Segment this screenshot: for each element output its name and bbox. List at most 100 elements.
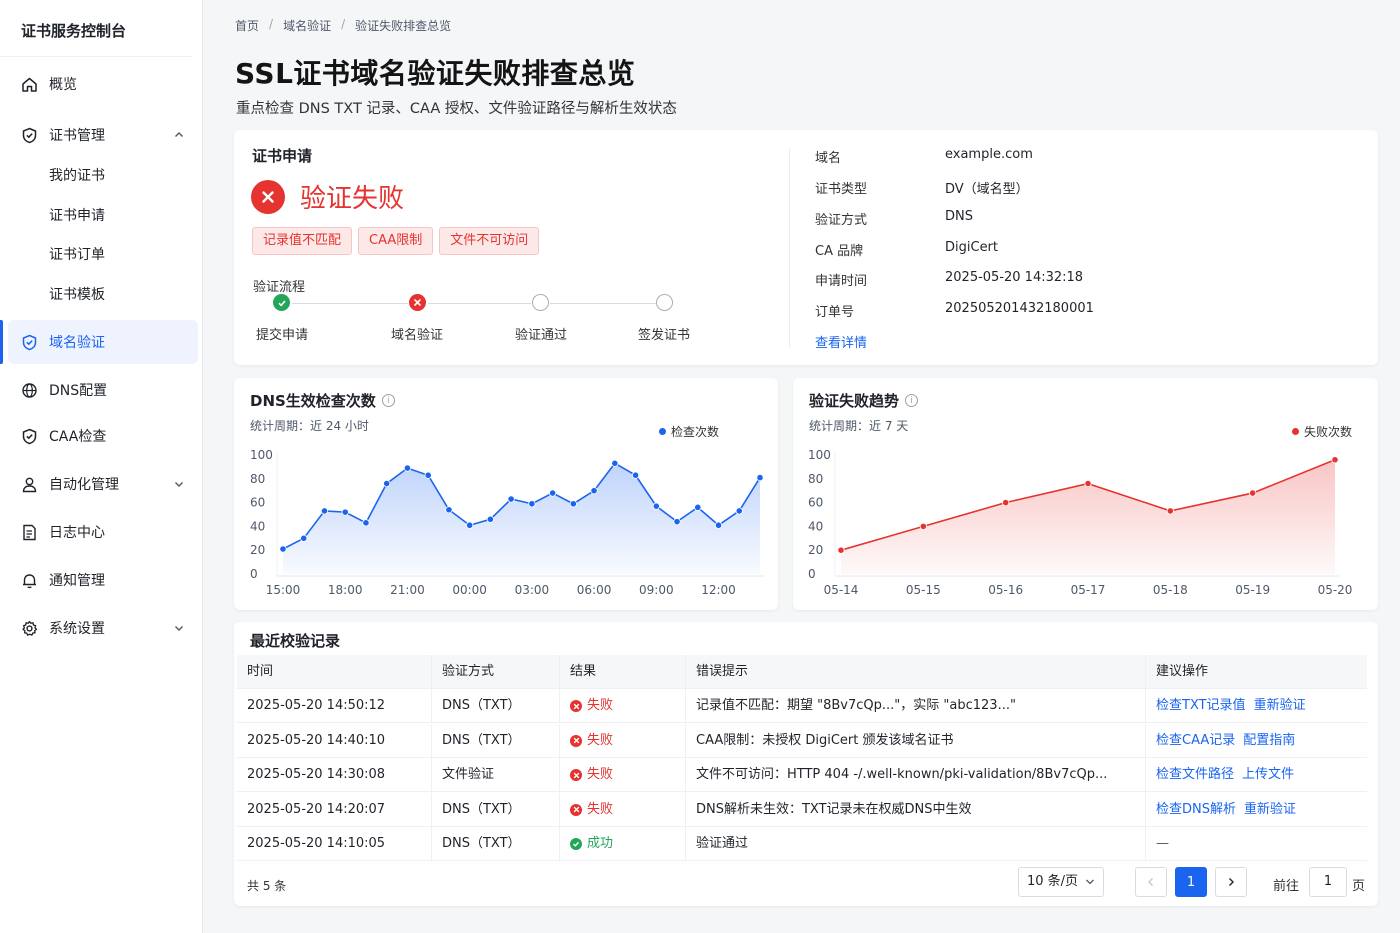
x-tick-label: 05-20 [1318, 583, 1353, 597]
breadcrumb-home[interactable]: 首页 [235, 17, 259, 34]
info-value: example.com [945, 147, 1033, 162]
sidebar-item-overview[interactable]: 概览 [8, 62, 198, 106]
error-tag: 记录值不匹配 [252, 227, 353, 255]
dns-check-chart-card: 0 20 40 60 80 100 15:00 18:00 21:00 00:00 03:00 06:… [234, 378, 778, 610]
data-point [919, 522, 927, 530]
chart-title-text: 验证失败趋势 [809, 392, 900, 410]
step-connector [550, 303, 656, 304]
sidebar-item-label: 通知管理 [49, 573, 105, 589]
data-point [362, 519, 370, 527]
cell-result: 成功 [559, 827, 685, 862]
info-value: DigiCert [945, 240, 999, 255]
sidebar-item-caa-check[interactable]: CAA检查 [8, 414, 198, 458]
data-point [735, 507, 743, 515]
chart-legend: 失败次数 [1292, 423, 1352, 440]
breadcrumb-domain-validation[interactable]: 域名验证 [283, 17, 331, 34]
data-point [837, 546, 845, 554]
sidebar-item-notifications[interactable]: 通知管理 [8, 558, 198, 602]
data-point [1166, 507, 1174, 515]
brand-title: 证书服务控制台 [0, 0, 192, 57]
chart-title: 验证失败趋势 i [809, 390, 919, 411]
data-point [694, 503, 702, 511]
sidebar-subitem-cert-apply[interactable]: 证书申请 [49, 200, 105, 232]
x-tick-label: 05-15 [906, 583, 941, 597]
records-total: 共 5 条 [247, 879, 287, 893]
action-link[interactable]: 检查CAA记录 [1156, 733, 1235, 748]
data-point [507, 495, 515, 503]
page-size-select[interactable]: 10 条/页 [1018, 867, 1104, 897]
info-key: 订单号 [815, 305, 855, 320]
shield-icon [20, 427, 38, 445]
chevron-up-icon [172, 128, 186, 142]
validation-status: 验证失败 [300, 184, 405, 214]
sidebar-item-log-center[interactable]: 日志中心 [8, 510, 198, 554]
sidebar-subitem-cert-orders[interactable]: 证书订单 [49, 239, 105, 271]
action-link[interactable]: 配置指南 [1243, 733, 1295, 748]
step-done-icon [273, 294, 290, 311]
chevron-right-icon [1229, 878, 1234, 886]
sidebar-item-domain-validation[interactable]: 域名验证 [0, 320, 198, 364]
action-link[interactable]: 重新验证 [1244, 802, 1296, 817]
chevron-down-icon [1085, 868, 1095, 907]
validation-steps: 提交申请 域名验证 验证通过 签发证书 [234, 294, 774, 354]
action-link[interactable]: 检查DNS解析 [1156, 802, 1236, 817]
view-details-link[interactable]: 查看详情 [815, 332, 867, 352]
chevron-left-icon [1148, 878, 1153, 886]
sidebar-subitem-my-certs[interactable]: 我的证书 [49, 160, 105, 192]
sidebar-item-cert-management[interactable]: 证书管理 [8, 113, 198, 157]
y-tick-label: 0 [808, 567, 816, 581]
y-tick-label: 0 [250, 567, 258, 581]
action-link[interactable]: 重新验证 [1254, 698, 1306, 713]
data-point [652, 502, 660, 510]
action-link[interactable]: 检查文件路径 [1156, 767, 1234, 782]
sidebar-item-dns-config[interactable]: DNS配置 [8, 368, 198, 412]
action-link[interactable]: 检查TXT记录值 [1156, 698, 1246, 713]
data-point [611, 459, 619, 467]
data-point [756, 474, 764, 482]
cell-actions: 检查文件路径 上传文件 [1145, 758, 1367, 793]
page-subtitle: 重点检查 DNS TXT 记录、CAA 授权、文件验证路径与解析生效状态 [236, 101, 677, 117]
next-page-button[interactable] [1215, 867, 1247, 897]
sidebar-item-system-settings[interactable]: 系统设置 [8, 606, 198, 650]
info-icon[interactable]: i [381, 394, 395, 407]
sidebar-item-label: 证书管理 [49, 128, 105, 144]
data-point [320, 507, 329, 515]
column-header: 验证方式 [431, 655, 559, 689]
x-tick-label: 12:00 [701, 583, 736, 597]
table-row: 2025-05-20 14:50:12 DNS（TXT） 失败 记录值不匹配：期望 "… [237, 689, 1367, 723]
y-tick-label: 100 [250, 448, 273, 462]
sidebar-item-label: 系统设置 [49, 621, 105, 637]
info-value: DV（域名型） [945, 182, 1029, 197]
info-icon[interactable]: i [905, 394, 919, 407]
action-link[interactable]: 上传文件 [1242, 767, 1294, 782]
data-point [1084, 479, 1092, 488]
prev-page-button[interactable] [1135, 867, 1167, 897]
step-label: 域名验证 [390, 328, 443, 343]
application-card: 证书申请 验证失败 记录值不匹配 CAA限制 文件不可访问 验证流程 提交申请 … [234, 130, 1378, 365]
result-badge: 失败 [570, 689, 613, 723]
goto-page-input[interactable]: 1 [1309, 867, 1347, 897]
series-area [283, 463, 760, 574]
data-point [549, 489, 557, 497]
page-number-button[interactable]: 1 [1175, 867, 1207, 897]
sidebar: 证书服务控制台 概览 证书管理 我的证书 证书申请 证书订单 证书模板 域名验证… [0, 0, 203, 933]
error-icon [570, 769, 582, 782]
cell-time: 2025-05-20 14:40:10 [247, 732, 386, 748]
info-key: CA 品牌 [815, 244, 864, 259]
y-tick-label: 60 [808, 496, 823, 510]
x-tick-label: 05-18 [1153, 583, 1188, 597]
sidebar-subitem-cert-templates[interactable]: 证书模板 [49, 279, 105, 311]
info-key: 域名 [815, 151, 842, 166]
x-tick-label: 05-14 [824, 583, 859, 597]
cell-method: DNS（TXT） [431, 827, 559, 862]
sidebar-item-automation[interactable]: 自动化管理 [8, 462, 198, 506]
result-badge: 失败 [570, 793, 613, 827]
cell-error: 文件不可访问：HTTP 404 -/.well-known/pki-valida… [685, 758, 1145, 793]
data-point [673, 518, 681, 526]
info-value: 202505201432180001 [945, 301, 1094, 316]
x-tick-label: 18:00 [328, 583, 363, 597]
y-tick-label: 40 [250, 519, 265, 533]
sidebar-item-label: 自动化管理 [49, 477, 119, 493]
divider [789, 148, 790, 348]
sidebar-item-label: 概览 [49, 77, 77, 93]
